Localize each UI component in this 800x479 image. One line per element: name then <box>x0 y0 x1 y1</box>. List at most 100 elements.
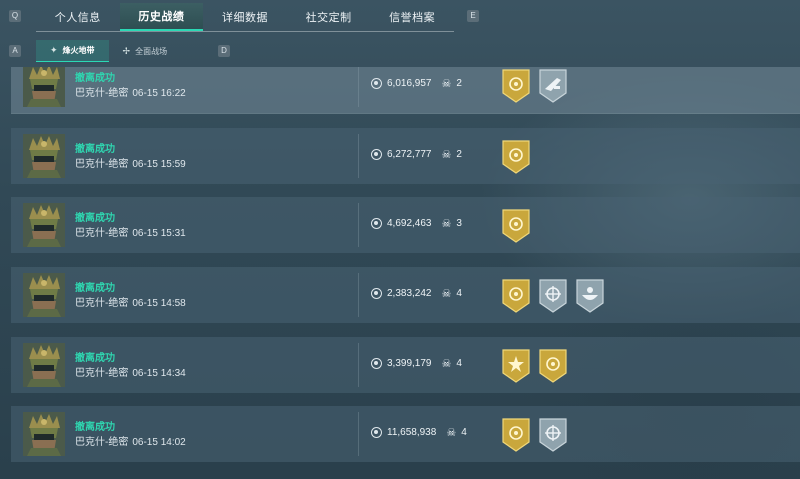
tab-personal-info[interactable]: 个人信息 <box>36 3 120 31</box>
gold-crest-badge-icon[interactable] <box>502 418 530 457</box>
operator-avatar <box>23 273 65 317</box>
extracted-value: 6,272,777 <box>387 149 432 160</box>
next-tab-key-hint[interactable]: E <box>467 10 479 22</box>
gold-crest-badge-icon[interactable] <box>502 209 530 248</box>
skull-icon: ☠ <box>441 218 452 230</box>
gold-crest-badge-icon[interactable] <box>502 279 530 318</box>
skull-icon: ☠ <box>446 427 457 439</box>
kill-count: 4 <box>456 288 462 299</box>
match-time: 06-15 15:59 <box>132 159 186 170</box>
extraction-status: 撤离成功 <box>75 422 115 433</box>
skull-icon: ☠ <box>441 288 452 300</box>
gold-crest-badge-icon[interactable] <box>502 140 530 179</box>
skull-icon: ☠ <box>441 149 452 161</box>
medal-list <box>502 140 530 179</box>
kill-count: 3 <box>456 218 462 229</box>
match-stats: 6,272,777 ☠ 2 <box>371 148 462 161</box>
match-row[interactable]: 撤离成功 巴克什-绝密 06-15 15:31 4,692,463 ☠ 3 <box>11 197 800 253</box>
silver-crosshair-badge-icon[interactable] <box>539 279 567 318</box>
operator-avatar <box>23 67 65 107</box>
coin-icon <box>371 218 382 229</box>
extracted-value: 3,399,179 <box>387 358 432 369</box>
operator-avatar <box>23 343 65 387</box>
map-name: 巴克什-绝密 <box>75 88 129 99</box>
map-name: 巴克什-绝密 <box>75 159 129 170</box>
mode-tab-bar: ✦ 烽火地带 ✢ 全面战场 <box>36 40 181 62</box>
medal-list <box>502 69 567 108</box>
match-info: 巴克什-绝密 06-15 15:59 <box>75 155 186 170</box>
match-stats: 6,016,957 ☠ 2 <box>371 77 462 90</box>
coin-icon <box>371 427 382 438</box>
row-divider <box>358 134 359 178</box>
match-row[interactable]: 撤离成功 巴克什-绝密 06-15 14:34 3,399,179 ☠ 4 <box>11 337 800 393</box>
match-stats: 11,658,938 ☠ 4 <box>371 426 467 439</box>
gold-crest-badge-icon[interactable] <box>539 349 567 388</box>
extraction-status: 撤离成功 <box>75 73 115 84</box>
match-time: 06-15 16:22 <box>132 88 186 99</box>
match-time: 06-15 14:58 <box>132 298 186 309</box>
tab-match-history[interactable]: 历史战绩 <box>119 3 204 31</box>
match-info: 巴克什-绝密 06-15 15:31 <box>75 224 186 239</box>
match-stats: 3,399,179 ☠ 4 <box>371 357 462 370</box>
extraction-status: 撤离成功 <box>75 353 115 364</box>
next-mode-key-hint[interactable]: D <box>218 45 230 57</box>
top-tab-bar: 个人信息 历史战绩 详细数据 社交定制 信誉档案 <box>36 3 454 31</box>
match-row[interactable]: 撤离成功 巴克什-绝密 06-15 15:59 6,272,777 ☠ 2 <box>11 128 800 184</box>
tab-credit-record[interactable]: 信誉档案 <box>370 3 454 31</box>
extraction-status: 撤离成功 <box>75 213 115 224</box>
match-time: 06-15 14:02 <box>132 437 186 448</box>
match-time: 06-15 14:34 <box>132 368 186 379</box>
silver-weapon-badge-icon[interactable] <box>539 69 567 108</box>
match-stats: 2,383,242 ☠ 4 <box>371 287 462 300</box>
match-time: 06-15 15:31 <box>132 228 186 239</box>
skull-icon: ☠ <box>441 358 452 370</box>
silver-crosshair-badge-icon[interactable] <box>539 418 567 457</box>
operator-avatar <box>23 412 65 456</box>
match-info: 巴克什-绝密 06-15 14:34 <box>75 364 186 379</box>
kill-count: 4 <box>461 427 467 438</box>
map-name: 巴克什-绝密 <box>75 228 129 239</box>
extraction-status: 撤离成功 <box>75 283 115 294</box>
medal-list <box>502 279 604 318</box>
match-history-list[interactable]: 撤离成功 巴克什-绝密 06-15 16:22 6,016,957 ☠ 2 撤离… <box>11 67 800 479</box>
row-divider <box>358 273 359 317</box>
extracted-value: 2,383,242 <box>387 288 432 299</box>
match-info: 巴克什-绝密 06-15 14:02 <box>75 433 186 448</box>
tab-detailed-data[interactable]: 详细数据 <box>203 3 287 31</box>
operator-avatar <box>23 203 65 247</box>
match-stats: 4,692,463 ☠ 3 <box>371 217 462 230</box>
prev-tab-key-hint[interactable]: Q <box>9 10 21 22</box>
gold-star-badge-icon[interactable] <box>502 349 530 388</box>
kill-count: 2 <box>456 149 462 160</box>
match-row[interactable]: 撤离成功 巴克什-绝密 06-15 16:22 6,016,957 ☠ 2 <box>11 67 800 114</box>
match-row[interactable]: 撤离成功 巴克什-绝密 06-15 14:58 2,383,242 ☠ 4 <box>11 267 800 323</box>
kill-count: 4 <box>456 358 462 369</box>
coin-icon <box>371 288 382 299</box>
silver-bowl-badge-icon[interactable] <box>576 279 604 318</box>
tab-bar-divider <box>36 31 454 32</box>
battlefield-icon: ✢ <box>122 45 131 56</box>
row-divider <box>358 412 359 456</box>
tab-mode-havoc-zone[interactable]: ✦ 烽火地带 <box>36 40 109 62</box>
prev-mode-key-hint[interactable]: A <box>9 45 21 57</box>
row-divider <box>358 67 359 107</box>
coin-icon <box>371 358 382 369</box>
map-name: 巴克什-绝密 <box>75 368 129 379</box>
extracted-value: 11,658,938 <box>387 427 437 438</box>
tab-mode-full-battlefield[interactable]: ✢ 全面战场 <box>109 40 182 62</box>
operator-avatar <box>23 134 65 178</box>
gold-crest-badge-icon[interactable] <box>502 69 530 108</box>
row-divider <box>358 343 359 387</box>
medal-list <box>502 418 567 457</box>
medal-list <box>502 209 530 248</box>
extracted-value: 6,016,957 <box>387 78 432 89</box>
tab-mode-havoc-zone-label: 烽火地带 <box>62 46 95 55</box>
match-row[interactable]: 撤离成功 巴克什-绝密 06-15 14:02 11,658,938 ☠ 4 <box>11 406 800 462</box>
tab-social-custom[interactable]: 社交定制 <box>287 3 371 31</box>
medal-list <box>502 349 567 388</box>
row-divider <box>358 203 359 247</box>
match-info: 巴克什-绝密 06-15 16:22 <box>75 84 186 99</box>
coin-icon <box>371 78 382 89</box>
map-name: 巴克什-绝密 <box>75 298 129 309</box>
extraction-status: 撤离成功 <box>75 144 115 155</box>
